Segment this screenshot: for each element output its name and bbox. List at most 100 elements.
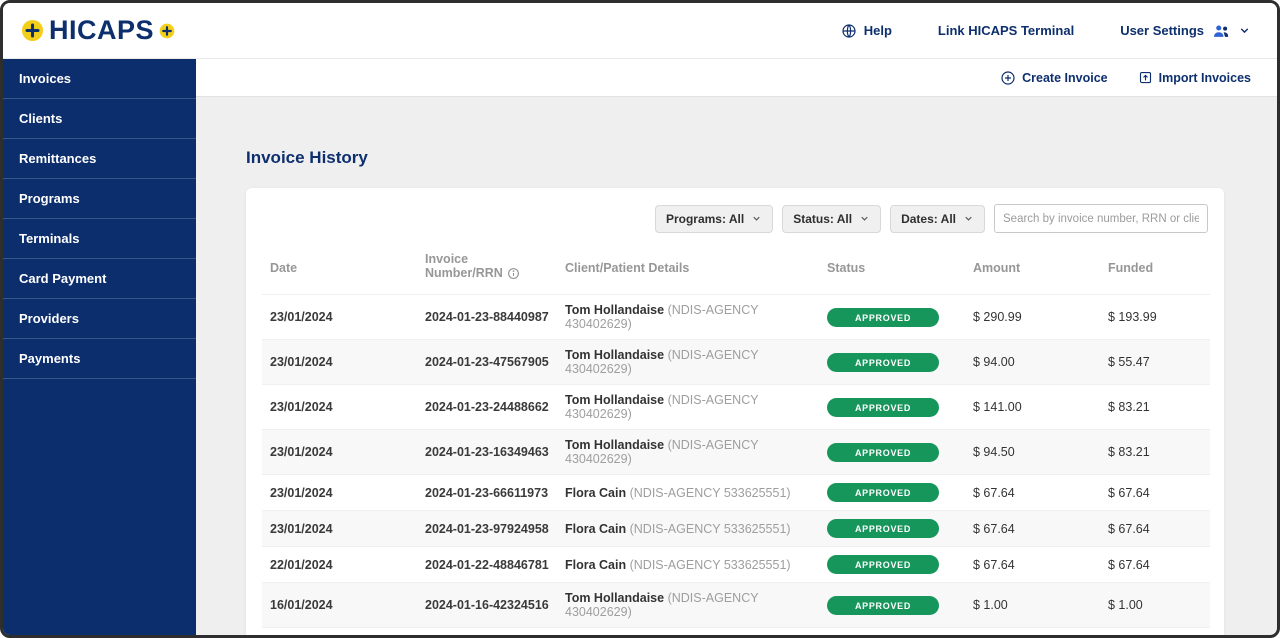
cell-invoice-number: 2024-01-23-88440987 (417, 295, 557, 340)
create-invoice-label: Create Invoice (1022, 71, 1107, 85)
cell-amount: $ 94.00 (965, 340, 1100, 385)
top-header: HICAPS Help Link HICAPS Terminal User Se… (3, 3, 1277, 59)
table-row[interactable]: 23/01/2024 2024-01-23-16349463 Tom Holla… (262, 430, 1210, 475)
table-row[interactable]: 23/01/2024 2024-01-23-47567905 Tom Holla… (262, 340, 1210, 385)
cell-invoice-number: 2024-01-23-16349463 (417, 430, 557, 475)
page-actionbar: Create Invoice Import Invoices (196, 59, 1277, 97)
client-ndis-detail: (NDIS-AGENCY 533625551) (630, 486, 791, 500)
cell-status: APPROVED (819, 430, 965, 475)
cell-status: APPROVED (819, 295, 965, 340)
cell-status: APPROVED (819, 628, 965, 636)
programs-filter-dropdown[interactable]: Programs: All (655, 205, 773, 233)
create-invoice-button[interactable]: Create Invoice (1000, 70, 1107, 86)
cell-status: APPROVED (819, 475, 965, 511)
status-badge: APPROVED (827, 308, 939, 327)
info-icon[interactable] (507, 267, 520, 280)
cell-date: 23/01/2024 (262, 430, 417, 475)
chevron-down-icon (1238, 24, 1251, 37)
cell-funded: $ 67.64 (1100, 475, 1210, 511)
cell-client: Flora Cain (NDIS-AGENCY 533625551) (557, 547, 819, 583)
help-label: Help (864, 23, 892, 38)
sidebar-item-remittances[interactable]: Remittances (3, 139, 196, 179)
cell-client: Flora Cain (NDIS-AGENCY 533625551) (557, 511, 819, 547)
chevron-down-icon (859, 213, 870, 224)
client-name: Tom Hollandaise (565, 591, 664, 605)
table-row[interactable]: 22/01/2024 2024-01-22-48846781 Flora Cai… (262, 547, 1210, 583)
cell-funded: $ 83.21 (1100, 385, 1210, 430)
page-area: Invoice History Programs: All Status: Al… (196, 97, 1277, 635)
cell-amount: $ 94.50 (965, 430, 1100, 475)
client-ndis-detail: (NDIS-AGENCY 533625551) (630, 558, 791, 572)
cell-funded: $ 55.47 (1100, 340, 1210, 385)
page-title: Invoice History (246, 148, 1224, 168)
sidebar-item-providers[interactable]: Providers (3, 299, 196, 339)
link-hicaps-terminal-link[interactable]: Link HICAPS Terminal (938, 23, 1074, 38)
globe-icon (841, 23, 857, 39)
status-badge: APPROVED (827, 519, 939, 538)
cell-status: APPROVED (819, 385, 965, 430)
cell-client: Tom Hollandaise (NDIS-AGENCY 430402629) (557, 583, 819, 628)
table-row[interactable]: 23/01/2024 2024-01-23-66611973 Flora Cai… (262, 475, 1210, 511)
chevron-down-icon (751, 213, 762, 224)
client-name: Flora Cain (565, 558, 626, 572)
client-name: Flora Cain (565, 486, 626, 500)
cell-date: 23/01/2024 (262, 295, 417, 340)
logo-plus-icon (21, 19, 44, 42)
user-settings-menu[interactable]: User Settings (1120, 22, 1251, 40)
search-input[interactable] (994, 204, 1208, 233)
col-header-status: Status (819, 241, 965, 295)
cell-status: APPROVED (819, 511, 965, 547)
sidebar-item-programs[interactable]: Programs (3, 179, 196, 219)
main-content: Create Invoice Import Invoices Invoice H… (196, 59, 1277, 635)
programs-filter-label: Programs: All (666, 212, 744, 226)
import-invoices-button[interactable]: Import Invoices (1138, 70, 1251, 85)
hicaps-logo[interactable]: HICAPS (21, 15, 175, 46)
cell-invoice-number: 2023-12-22-58617629 (417, 628, 557, 636)
filter-row: Programs: All Status: All Dates: All (262, 200, 1208, 241)
table-row[interactable]: 16/01/2024 2024-01-16-42324516 Tom Holla… (262, 583, 1210, 628)
cell-amount: $ 67.64 (965, 547, 1100, 583)
table-row[interactable]: 23/01/2024 2024-01-23-24488662 Tom Holla… (262, 385, 1210, 430)
client-name: Tom Hollandaise (565, 438, 664, 452)
plus-circle-icon (1000, 70, 1016, 86)
cell-status: APPROVED (819, 583, 965, 628)
cell-date: 23/01/2024 (262, 511, 417, 547)
client-name: Flora Cain (565, 522, 626, 536)
status-badge: APPROVED (827, 596, 939, 615)
help-link[interactable]: Help (841, 23, 892, 39)
link-terminal-label: Link HICAPS Terminal (938, 23, 1074, 38)
cell-invoice-number: 2024-01-22-48846781 (417, 547, 557, 583)
header-links: Help Link HICAPS Terminal User Settings (841, 22, 1251, 40)
sidebar-item-invoices[interactable]: Invoices (3, 59, 196, 99)
client-ndis-detail: (NDIS-AGENCY 533625551) (630, 522, 791, 536)
table-header-row: Date Invoice Number/RRN Client/Patient D… (262, 241, 1210, 295)
cell-funded: $ 1.00 (1100, 583, 1210, 628)
cell-invoice-number: 2024-01-23-24488662 (417, 385, 557, 430)
table-row[interactable]: 23/01/2024 2024-01-23-88440987 Tom Holla… (262, 295, 1210, 340)
cell-date: 22/01/2024 (262, 547, 417, 583)
client-name: Tom Hollandaise (565, 303, 664, 317)
table-row[interactable]: 23/01/2024 2024-01-23-97924958 Flora Cai… (262, 511, 1210, 547)
status-badge: APPROVED (827, 443, 939, 462)
cell-amount: $ 141.00 (965, 385, 1100, 430)
col-header-client: Client/Patient Details (557, 241, 819, 295)
sidebar-item-terminals[interactable]: Terminals (3, 219, 196, 259)
cell-amount: $ 290.99 (965, 295, 1100, 340)
cell-client: Flora Cain (NDIS-AGENCY 533625551) (557, 475, 819, 511)
cell-amount: $ 67.64 (965, 475, 1100, 511)
sidebar-item-card-payment[interactable]: Card Payment (3, 259, 196, 299)
cell-invoice-number: 2024-01-23-47567905 (417, 340, 557, 385)
table-row[interactable]: 22/12/2023 2023-12-22-58617629 Tom Holla… (262, 628, 1210, 636)
sidebar-item-payments[interactable]: Payments (3, 339, 196, 379)
dates-filter-dropdown[interactable]: Dates: All (890, 205, 985, 233)
cell-amount: $ 67.64 (965, 628, 1100, 636)
cell-client: Tom Hollandaise (NDIS-AGENCY 430402629) (557, 385, 819, 430)
sidebar-item-clients[interactable]: Clients (3, 99, 196, 139)
status-badge: APPROVED (827, 353, 939, 372)
status-filter-dropdown[interactable]: Status: All (782, 205, 881, 233)
cell-status: APPROVED (819, 340, 965, 385)
col-header-funded: Funded (1100, 241, 1210, 295)
cell-amount: $ 1.00 (965, 583, 1100, 628)
invoice-table: Date Invoice Number/RRN Client/Patient D… (262, 241, 1210, 635)
col-header-date: Date (262, 241, 417, 295)
